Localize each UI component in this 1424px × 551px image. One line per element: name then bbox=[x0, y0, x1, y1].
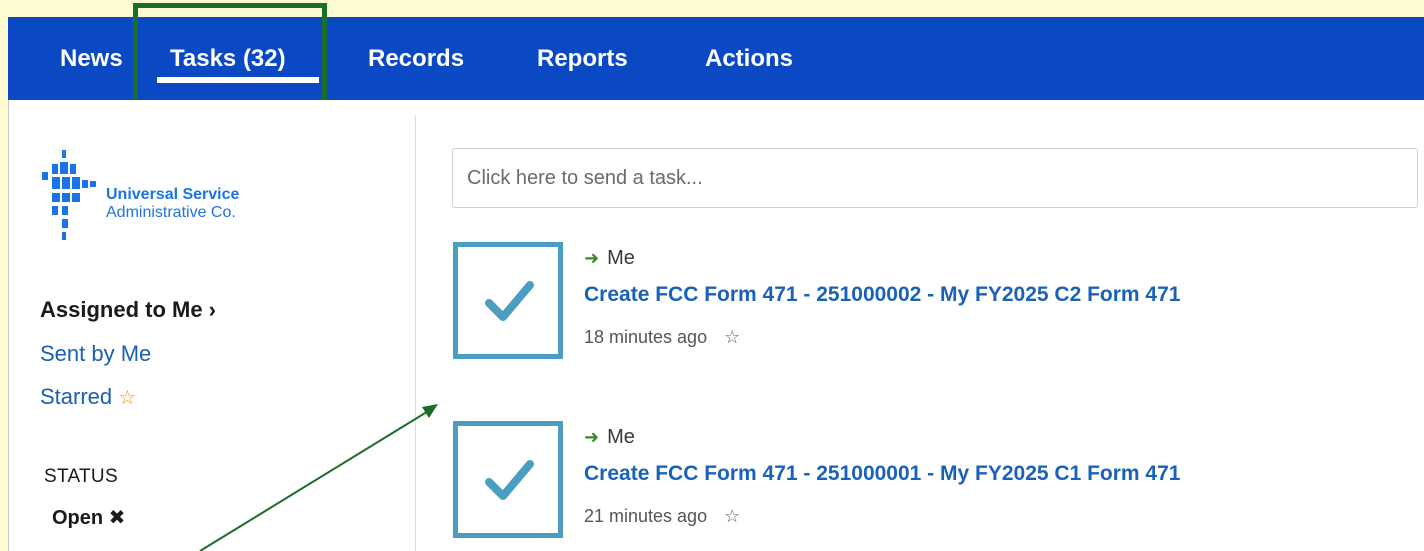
task-item: ➜ Me Create FCC Form 471 - 251000002 - My… bbox=[453, 242, 1423, 362]
star-outline-icon[interactable]: ☆ bbox=[724, 506, 740, 526]
nav-tab-news[interactable]: News bbox=[60, 44, 123, 74]
task-timestamp: 18 minutes ago bbox=[584, 327, 708, 347]
nav-tab-records[interactable]: Records bbox=[368, 44, 464, 74]
task-title-link[interactable]: Create FCC Form 471 - 251000002 - My FY2… bbox=[584, 282, 1180, 308]
checkmark-icon bbox=[485, 281, 534, 321]
logo-text-line1: Universal Service bbox=[106, 186, 240, 203]
usac-logo-mark-icon bbox=[42, 150, 96, 240]
status-filter-open[interactable]: Open ✖ bbox=[52, 505, 125, 530]
logo-text-line2: Administrative Co. bbox=[106, 204, 236, 221]
arrow-right-icon: ➜ bbox=[584, 427, 600, 447]
sidebar-sent-by-me[interactable]: Sent by Me bbox=[40, 341, 151, 367]
star-outline-icon[interactable]: ☆ bbox=[724, 327, 740, 347]
task-title-link[interactable]: Create FCC Form 471 - 251000001 - My FY2… bbox=[584, 461, 1180, 487]
star-icon: ☆ bbox=[118, 387, 137, 409]
checkmark-icon bbox=[485, 460, 534, 500]
task-assignee: ➜ Me bbox=[584, 426, 635, 448]
task-timestamp: 21 minutes ago bbox=[584, 506, 708, 526]
sidebar-starred-label: Starred bbox=[40, 384, 113, 409]
send-task-input[interactable] bbox=[452, 148, 1418, 208]
task-meta: 18 minutes ago ☆ bbox=[584, 326, 740, 348]
arrow-right-icon: ➜ bbox=[584, 248, 600, 268]
task-complete-checkbox[interactable] bbox=[453, 242, 563, 359]
sidebar-divider bbox=[415, 115, 416, 551]
sidebar-starred[interactable]: Starred ☆ bbox=[40, 384, 136, 411]
task-complete-checkbox[interactable] bbox=[453, 421, 563, 538]
task-assignee: ➜ Me bbox=[584, 247, 635, 269]
status-filter-label: STATUS bbox=[44, 466, 118, 487]
task-meta: 21 minutes ago ☆ bbox=[584, 505, 740, 527]
task-item: ➜ Me Create FCC Form 471 - 251000001 - My… bbox=[453, 421, 1423, 541]
usac-logo: Universal Service Administrative Co. bbox=[40, 150, 320, 245]
nav-tab-reports[interactable]: Reports bbox=[537, 44, 628, 74]
nav-tab-actions[interactable]: Actions bbox=[705, 44, 793, 74]
sidebar-assigned-to-me[interactable]: Assigned to Me › bbox=[40, 297, 216, 323]
